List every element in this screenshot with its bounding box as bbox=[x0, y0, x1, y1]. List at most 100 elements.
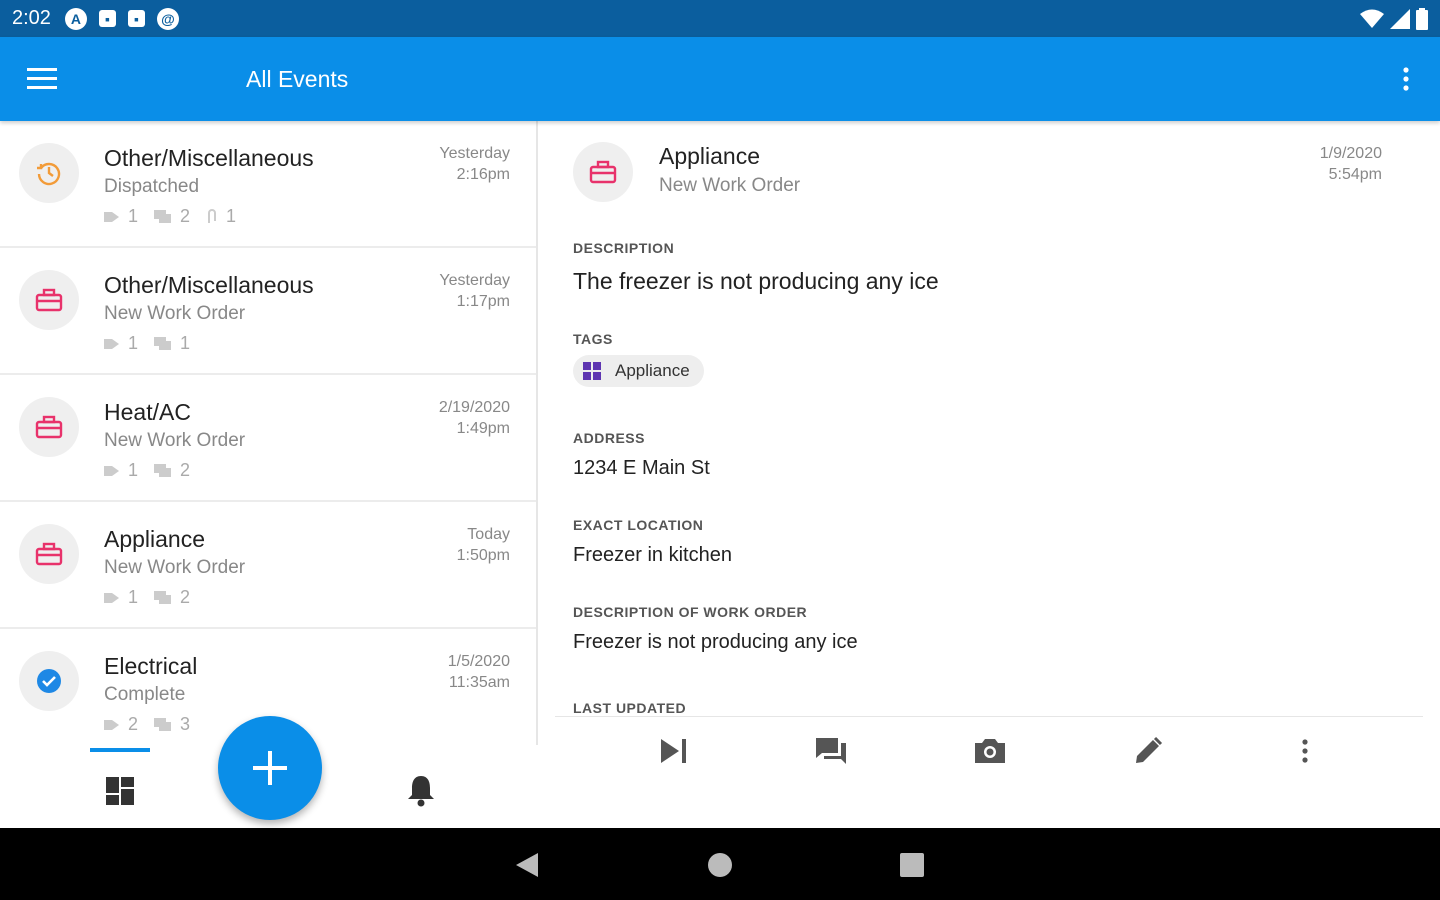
status-time: 2:02 bbox=[12, 7, 51, 29]
event-meta: 2 3 bbox=[104, 714, 190, 735]
tag-icon bbox=[104, 592, 119, 603]
event-avatar bbox=[19, 651, 79, 711]
comment-count: 3 bbox=[180, 714, 191, 734]
comment-count: 1 bbox=[180, 333, 191, 353]
plus-icon bbox=[253, 751, 287, 785]
tag-chip-label: Appliance bbox=[615, 361, 690, 380]
detail-time: 5:54pm bbox=[1328, 166, 1382, 183]
event-row[interactable]: Other/Miscellaneous New Work Order 1 1 Y… bbox=[0, 248, 536, 375]
tag-count: 1 bbox=[128, 333, 139, 353]
detail-status: New Work Order bbox=[659, 175, 801, 196]
briefcase-icon bbox=[35, 542, 63, 566]
event-meta: 1 2 bbox=[104, 460, 190, 481]
recents-button[interactable] bbox=[897, 850, 927, 880]
event-day: Yesterday bbox=[439, 272, 510, 289]
notification-at-icon: @ bbox=[156, 7, 179, 30]
comments-button[interactable] bbox=[811, 731, 851, 771]
overflow-menu-button[interactable] bbox=[1386, 57, 1426, 101]
event-row[interactable]: Heat/AC New Work Order 1 2 2/19/2020 1:4… bbox=[0, 375, 536, 502]
event-date: 2/19/2020 1:49pm bbox=[439, 397, 510, 439]
tag-chip[interactable]: Appliance bbox=[573, 355, 704, 387]
event-date: Today 1:50pm bbox=[457, 524, 510, 566]
status-right bbox=[1360, 7, 1428, 30]
bell-icon bbox=[408, 776, 434, 807]
edit-button[interactable] bbox=[1128, 731, 1168, 771]
active-tab-indicator bbox=[90, 748, 150, 752]
description-label: DESCRIPTION bbox=[573, 240, 675, 256]
comment-icon bbox=[154, 717, 172, 731]
last-updated-label: LAST UPDATED bbox=[573, 700, 687, 716]
add-event-button[interactable] bbox=[218, 716, 322, 820]
event-date: Yesterday 2:16pm bbox=[439, 143, 510, 185]
clock-icon bbox=[37, 162, 61, 186]
system-navigation-bar bbox=[0, 828, 1440, 900]
address-label: ADDRESS bbox=[573, 430, 645, 446]
page-title: All Events bbox=[246, 65, 349, 92]
tab-notifications[interactable] bbox=[404, 773, 438, 807]
event-row[interactable]: Appliance New Work Order 1 2 Today 1:50p… bbox=[0, 502, 536, 629]
skip-next-button[interactable] bbox=[654, 731, 694, 771]
home-circle-icon bbox=[708, 853, 732, 877]
event-meta: 1 2 bbox=[104, 587, 190, 608]
exact-location-label: EXACT LOCATION bbox=[573, 517, 704, 533]
address-value: 1234 E Main St bbox=[573, 457, 710, 479]
event-status: New Work Order bbox=[104, 557, 246, 578]
event-date: 1/5/2020 11:35am bbox=[448, 651, 510, 693]
comment-count: 2 bbox=[180, 206, 191, 226]
wifi-icon bbox=[1360, 9, 1384, 28]
event-detail[interactable]: Appliance New Work Order 1/9/2020 5:54pm… bbox=[540, 121, 1440, 717]
comment-count: 2 bbox=[180, 460, 191, 480]
attachment-icon bbox=[208, 208, 217, 223]
comment-icon bbox=[154, 590, 172, 604]
back-button[interactable] bbox=[512, 850, 542, 880]
tag-icon bbox=[104, 338, 119, 349]
pencil-icon bbox=[1136, 736, 1163, 763]
tags-label: TAGS bbox=[573, 331, 613, 347]
event-list[interactable]: Other/Miscellaneous Dispatched 1 2 1 Yes… bbox=[0, 121, 538, 745]
event-status: Dispatched bbox=[104, 176, 200, 197]
camera-button[interactable] bbox=[970, 731, 1010, 771]
tab-dashboard[interactable] bbox=[104, 775, 136, 807]
briefcase-icon bbox=[589, 160, 617, 184]
sd-card-icon: ▪ bbox=[127, 10, 145, 27]
event-time: 1:17pm bbox=[456, 293, 510, 310]
detail-avatar bbox=[573, 142, 633, 202]
tag-count: 1 bbox=[128, 206, 139, 226]
exact-location-value: Freezer in kitchen bbox=[573, 544, 732, 566]
dashboard-icon bbox=[106, 777, 134, 805]
detail-title: Appliance bbox=[659, 143, 761, 169]
event-day: 1/5/2020 bbox=[447, 653, 510, 670]
briefcase-icon bbox=[35, 288, 63, 312]
comments-icon bbox=[816, 738, 846, 764]
battery-icon bbox=[1416, 7, 1428, 30]
tag-count: 1 bbox=[128, 587, 139, 607]
event-avatar bbox=[19, 524, 79, 584]
detail-more-button[interactable] bbox=[1285, 731, 1325, 771]
app-bar: All Events bbox=[0, 37, 1440, 121]
detail-day: 1/9/2020 bbox=[1319, 145, 1382, 162]
event-title: Electrical bbox=[104, 653, 198, 679]
back-triangle-icon bbox=[516, 853, 538, 877]
category-icon bbox=[583, 362, 601, 380]
notification-a-icon: A bbox=[64, 7, 87, 30]
comment-icon bbox=[154, 463, 172, 477]
comment-count: 2 bbox=[180, 587, 191, 607]
event-title: Other/Miscellaneous bbox=[104, 145, 314, 171]
more-vert-icon bbox=[1302, 739, 1308, 763]
event-title: Appliance bbox=[104, 526, 206, 552]
skip-next-icon bbox=[661, 739, 686, 763]
menu-button[interactable] bbox=[0, 37, 84, 121]
event-time: 1:49pm bbox=[456, 420, 510, 437]
event-day: Yesterday bbox=[439, 145, 510, 162]
event-title: Heat/AC bbox=[104, 399, 191, 425]
check-circle-icon bbox=[37, 669, 61, 693]
comment-icon bbox=[154, 336, 172, 350]
home-button[interactable] bbox=[705, 850, 735, 880]
event-status: New Work Order bbox=[104, 430, 246, 451]
event-meta: 1 1 bbox=[104, 333, 190, 354]
event-row[interactable]: Other/Miscellaneous Dispatched 1 2 1 Yes… bbox=[0, 121, 536, 248]
tag-icon bbox=[104, 719, 119, 730]
tag-count: 1 bbox=[128, 460, 139, 480]
event-title: Other/Miscellaneous bbox=[104, 272, 314, 298]
event-status: Complete bbox=[104, 684, 186, 705]
